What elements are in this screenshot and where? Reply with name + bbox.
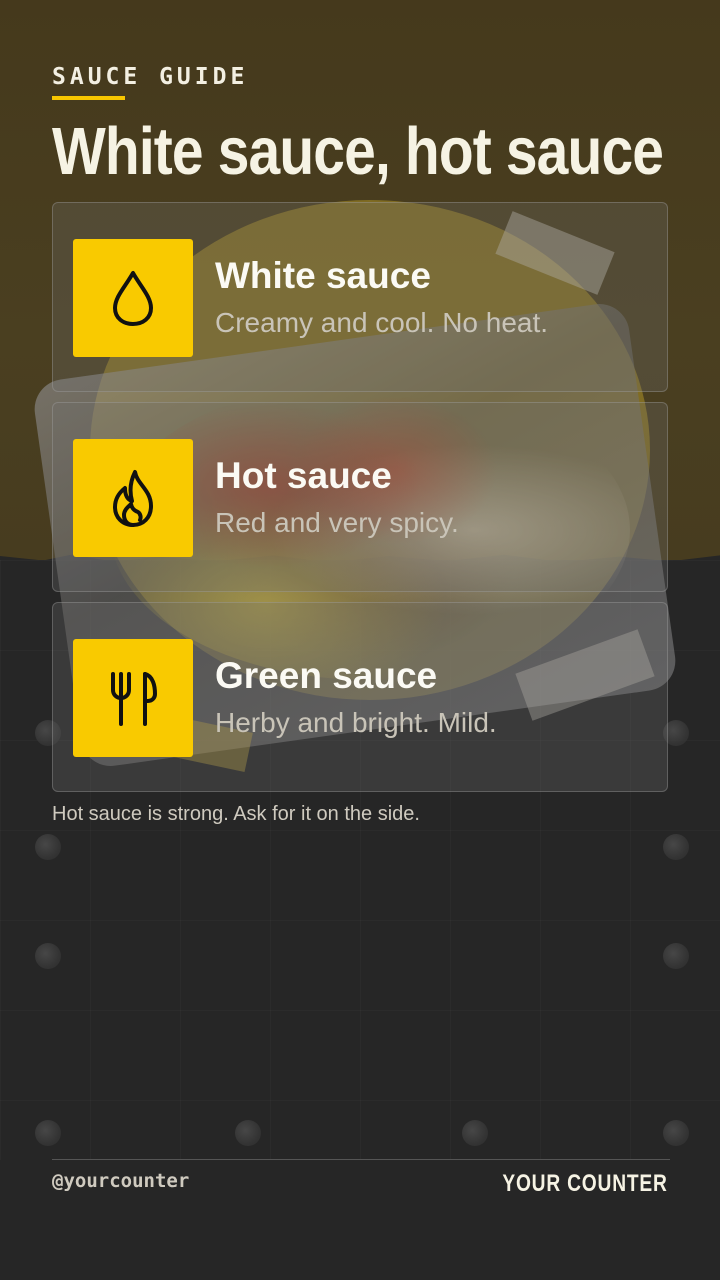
flame-icon bbox=[73, 439, 193, 557]
decorative-dot bbox=[462, 1120, 488, 1146]
footer-divider bbox=[52, 1159, 670, 1160]
social-handle: @yourcounter bbox=[52, 1170, 190, 1192]
page-title: White sauce, hot sauce bbox=[52, 114, 664, 189]
eyebrow-underline bbox=[52, 96, 125, 100]
sauce-card-green: Green sauce Herby and bright. Mild. bbox=[52, 602, 668, 792]
sauce-title: Hot sauce bbox=[215, 455, 392, 496]
sauce-description: Red and very spicy. bbox=[215, 507, 459, 538]
decorative-dot bbox=[663, 1120, 689, 1146]
decorative-dot bbox=[35, 943, 61, 969]
sauce-description: Herby and bright. Mild. bbox=[215, 707, 497, 738]
decorative-dot bbox=[663, 943, 689, 969]
decorative-dot bbox=[35, 1120, 61, 1146]
decorative-dot bbox=[235, 1120, 261, 1146]
eyebrow-label: SAUCE GUIDE bbox=[52, 64, 249, 90]
sauce-title: Green sauce bbox=[215, 655, 438, 696]
sauce-description: Creamy and cool. No heat. bbox=[215, 307, 549, 338]
fork-knife-icon bbox=[73, 639, 193, 757]
decorative-dot bbox=[35, 834, 61, 860]
decorative-dot bbox=[663, 834, 689, 860]
sauce-card-hot: Hot sauce Red and very spicy. bbox=[52, 402, 668, 592]
brand-name: YOUR COUNTER bbox=[502, 1170, 668, 1197]
footnote: Hot sauce is strong. Ask for it on the s… bbox=[52, 803, 420, 825]
sauce-card-white: White sauce Creamy and cool. No heat. bbox=[52, 202, 668, 392]
sauce-title: White sauce bbox=[215, 255, 431, 296]
droplet-icon bbox=[73, 239, 193, 357]
